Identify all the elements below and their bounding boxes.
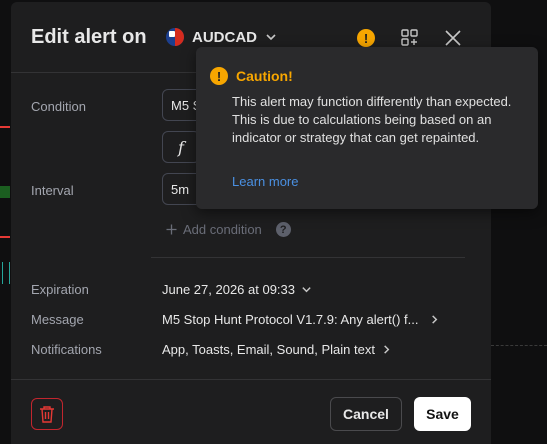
message-selector[interactable]: M5 Stop Hunt Protocol V1.7.9: Any alert(…	[162, 312, 440, 327]
chevron-down-icon	[302, 287, 311, 293]
symbol-selector[interactable]: AUDCAD	[166, 28, 277, 46]
warning-icon: !	[210, 67, 228, 85]
dialog-footer: Cancel Save	[11, 380, 491, 444]
interval-value: 5m	[171, 181, 190, 197]
expiration-selector[interactable]: June 27, 2026 at 09:33	[162, 282, 312, 297]
chart-candles	[2, 262, 10, 284]
trash-icon	[40, 406, 54, 423]
chart-price-mark	[0, 186, 10, 198]
condition-label: Condition	[31, 99, 86, 114]
save-button[interactable]: Save	[414, 397, 471, 431]
plus-icon	[166, 224, 177, 235]
message-label: Message	[31, 312, 84, 327]
chart-price-mark	[0, 236, 10, 238]
add-condition-button[interactable]: Add condition ?	[166, 222, 291, 237]
flag-icon	[166, 28, 184, 46]
close-icon	[445, 30, 461, 46]
cancel-button[interactable]: Cancel	[330, 397, 402, 431]
message-value: M5 Stop Hunt Protocol V1.7.9: Any alert(…	[162, 312, 419, 327]
caution-title-text: Caution!	[236, 68, 293, 84]
section-divider	[151, 257, 465, 258]
add-condition-label: Add condition	[183, 222, 262, 237]
learn-more-link[interactable]: Learn more	[232, 174, 298, 189]
help-icon[interactable]: ?	[275, 222, 291, 237]
function-button[interactable]: f	[162, 131, 200, 163]
notifications-label: Notifications	[31, 342, 102, 357]
symbol-label: AUDCAD	[192, 28, 257, 46]
chart-price-mark	[0, 126, 10, 128]
caution-body: This alert may function differently than…	[232, 94, 512, 145]
notifications-selector[interactable]: App, Toasts, Email, Sound, Plain text	[162, 342, 392, 357]
chart-dashed-line	[491, 345, 547, 347]
expiration-label: Expiration	[31, 282, 89, 297]
caution-title: ! Caution!	[210, 67, 293, 85]
warning-icon: !	[357, 29, 375, 47]
interval-label: Interval	[31, 183, 74, 198]
dialog-title: Edit alert on	[31, 26, 147, 48]
chevron-right-icon	[431, 315, 437, 324]
expiration-value: June 27, 2026 at 09:33	[162, 282, 296, 297]
chevron-down-icon	[266, 34, 276, 41]
function-icon: f	[178, 137, 184, 157]
caution-tooltip: ! Caution! This alert may function diffe…	[196, 47, 538, 209]
add-widget-icon	[401, 29, 418, 46]
notifications-value: App, Toasts, Email, Sound, Plain text	[162, 342, 375, 357]
chevron-right-icon	[384, 345, 390, 354]
delete-alert-button[interactable]	[31, 398, 63, 430]
